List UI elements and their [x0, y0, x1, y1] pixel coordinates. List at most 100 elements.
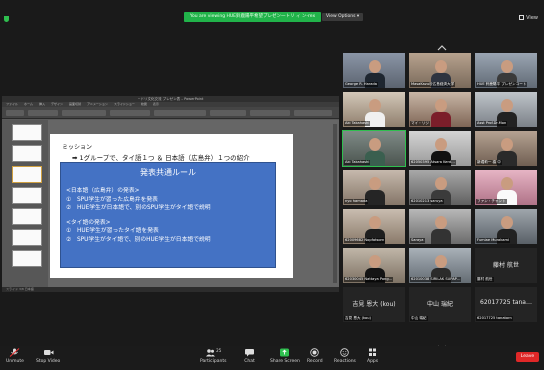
- participant-tile[interactable]: 62010038 SIRILAK SUPAP…: [408, 247, 472, 284]
- participant-name: 62010038 SIRILAK SUPAP…: [410, 277, 462, 282]
- shared-screen: ~ドリ文化交流 プレゼン表 – PowerPoint ファイル ホーム 挿入 デ…: [2, 96, 339, 292]
- participants-count: 25: [216, 348, 222, 353]
- participant-tile[interactable]: MasaKazu@広島経済大学: [408, 52, 472, 89]
- slide-thumbnail[interactable]: [12, 166, 42, 183]
- meeting-toolbar: Unmute Stop Video 25 Participants Chat S…: [0, 346, 544, 370]
- reactions-label: Reactions: [334, 359, 356, 364]
- avatar: [431, 99, 451, 127]
- share-screen-icon: [270, 348, 300, 357]
- rule-section-japanese: <日本語（広島弁）の発表> ① SPU学生が習った広島弁を発表 ② HUE学生が…: [66, 187, 275, 213]
- section-heading: <タイ語の発表>: [66, 219, 111, 226]
- ppt-editor: ミッション ➡ 1グループで、タイ語１つ ＆ 日本語（広島弁）１つの紹介 発表共…: [2, 120, 339, 287]
- participant-tile[interactable]: ファン・チャント: [474, 169, 538, 206]
- participant-tile[interactable]: 新堀莉一 橋 中: [474, 130, 538, 167]
- ribbon-group[interactable]: [62, 110, 106, 116]
- reactions-button[interactable]: Reactions: [334, 348, 356, 364]
- smiley-reaction-icon: [334, 348, 356, 357]
- section-line: ① SPU学生が習った広島弁を発表: [66, 196, 158, 203]
- rule-title: 発表共通ルール: [140, 168, 196, 177]
- chat-bubble-icon: [244, 348, 255, 357]
- ribbon-group[interactable]: [154, 110, 206, 116]
- participant-tile[interactable]: HUE 鈴鹿陽平 プレゼンコート: [474, 52, 538, 89]
- slide-mission-label: ミッション: [62, 144, 93, 151]
- leave-button[interactable]: Leave: [516, 352, 539, 362]
- video-camera-icon: [36, 348, 60, 357]
- participant-tile[interactable]: Saraya: [408, 208, 472, 245]
- vertical-scrollbar[interactable]: [333, 124, 337, 283]
- stop-video-button[interactable]: Stop Video: [36, 348, 60, 364]
- slide-thumbnail[interactable]: [12, 145, 42, 162]
- participant-gallery: George R. Harada MasaKazu@広島経済大学 HUE 鈴鹿陽…: [342, 52, 542, 329]
- participant-tile[interactable]: 62017725 tana… 62017725 tanatorn: [474, 286, 538, 323]
- participant-name: 新堀莉一 橋 中: [476, 160, 502, 165]
- slide-thumbnail[interactable]: [12, 187, 42, 204]
- ribbon-group[interactable]: [28, 110, 58, 116]
- view-label: View: [526, 15, 538, 21]
- participant-name: 62010213 saruya: [410, 199, 444, 204]
- security-shield-icon[interactable]: [4, 16, 9, 22]
- section-line: ② SPU学生がタイ語で、別のHUE学生が日本語で説明: [66, 236, 211, 243]
- slide-thumbnails: [2, 120, 48, 287]
- participant-name: MasaKazu@広島経済大学: [410, 82, 456, 87]
- participant-tile[interactable]: 吉見 恩大 (kou) 吉見 恩大 (kou): [342, 286, 406, 323]
- participant-tile[interactable]: 藤村 航世 藤村 航世: [474, 247, 538, 284]
- apps-grid-icon: [367, 348, 378, 357]
- stop-video-label: Stop Video: [36, 359, 61, 364]
- slide-thumbnail[interactable]: [12, 250, 42, 267]
- rule-section-thai: <タイ語の発表> ① HUE学生が習ったタイ語を発表 ② SPU学生がタイ語で、…: [66, 219, 275, 245]
- participant-name: Saraya: [410, 238, 425, 243]
- gallery-down-chevron-icon[interactable]: [437, 336, 447, 351]
- participant-tile[interactable]: Aki Takahashi: [342, 91, 406, 128]
- participants-button[interactable]: 25 Participants: [200, 348, 226, 364]
- chat-label: Chat: [244, 359, 255, 364]
- participant-name: 62050395 Atsara Kerd…: [410, 160, 456, 165]
- ribbon-group[interactable]: [110, 110, 150, 116]
- participant-tile[interactable]: 中山 瑞紀 中山 瑞紀: [408, 286, 472, 323]
- participant-tile[interactable]: 62010213 saruya: [408, 169, 472, 206]
- record-icon: [307, 348, 323, 357]
- participant-name: Aki Takahashi: [344, 160, 371, 165]
- ribbon-group[interactable]: [294, 110, 332, 116]
- participant-display-name: 吉見 恩大 (kou): [352, 301, 396, 308]
- participant-tile[interactable]: 62009682 Nopfatsorn: [342, 208, 406, 245]
- share-screen-button[interactable]: Share Screen: [270, 348, 300, 364]
- participant-display-name: 62017725 tana…: [480, 299, 532, 306]
- participant-tile[interactable]: Fumiae Murakami: [474, 208, 538, 245]
- participant-name: 62030045 Nattaya Pong…: [344, 277, 394, 282]
- view-options-button[interactable]: View Options ▾: [322, 13, 364, 21]
- gallery-up-chevron-icon[interactable]: [437, 36, 447, 51]
- unmute-button[interactable]: Unmute: [6, 348, 24, 364]
- apps-button[interactable]: Apps: [367, 348, 378, 364]
- record-button[interactable]: Record: [307, 348, 323, 364]
- participant-tile[interactable]: 62030045 Nattaya Pong…: [342, 247, 406, 284]
- section-heading: <日本語（広島弁）の発表>: [66, 188, 140, 194]
- participant-tile[interactable]: Aki Takahashi: [342, 130, 406, 167]
- participant-display-name: 藤村 航世: [493, 262, 519, 269]
- participant-name: Fumiae Murakami: [476, 238, 510, 243]
- ribbon-group[interactable]: [210, 110, 246, 116]
- ribbon-group[interactable]: [6, 110, 24, 116]
- participant-name: ファン・チャント: [476, 199, 507, 204]
- participant-name: 吉見 恩大 (kou): [344, 316, 372, 321]
- viewing-banner: You are viewing HUE鈴鹿陽平希望プレゼン一トリ ィ ン-rex: [184, 12, 321, 22]
- ribbon-group[interactable]: [250, 110, 290, 116]
- slide-canvas: ミッション ➡ 1グループで、タイ語１つ ＆ 日本語（広島弁）１つの紹介 発表共…: [50, 134, 293, 278]
- participant-tile[interactable]: George R. Harada: [342, 52, 406, 89]
- participant-name: HUE 鈴鹿陽平 プレゼンコート: [476, 82, 528, 87]
- participants-label: Participants: [200, 359, 227, 364]
- view-button[interactable]: View: [519, 15, 538, 21]
- grid-view-icon: [519, 15, 525, 20]
- slide-thumbnail[interactable]: [12, 208, 42, 225]
- ppt-ribbon: [2, 107, 339, 119]
- section-line: ① HUE学生が習ったタイ語を発表: [66, 228, 159, 234]
- avatar: [431, 216, 451, 244]
- participant-name: 中山 瑞紀: [410, 316, 428, 321]
- participant-tile[interactable]: nyo hamada: [342, 169, 406, 206]
- participant-tile[interactable]: 62050395 Atsara Kerd…: [408, 130, 472, 167]
- participant-tile[interactable]: マイ・リジ: [408, 91, 472, 128]
- participant-tile[interactable]: Asst Prof.Dr.Mon: [474, 91, 538, 128]
- slide-thumbnail[interactable]: [12, 229, 42, 246]
- slide-thumbnail[interactable]: [12, 124, 42, 141]
- participant-name: マイ・リジ: [410, 121, 430, 126]
- chat-button[interactable]: Chat: [244, 348, 255, 364]
